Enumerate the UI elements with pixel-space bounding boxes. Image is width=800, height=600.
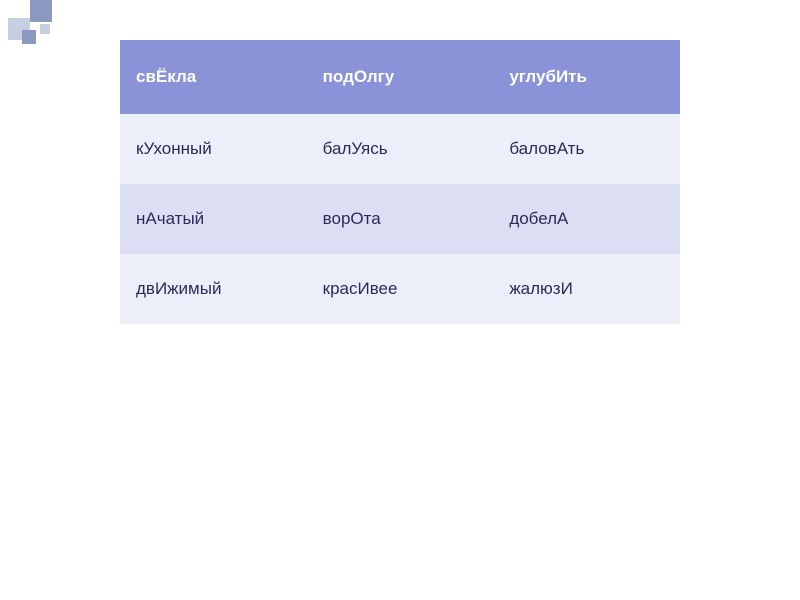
table-row: нАчатый ворОта добелА bbox=[120, 184, 680, 254]
stress-words-table: свЁкла подОлгу углубИть кУхонный балУясь… bbox=[120, 40, 680, 324]
table-cell: двИжимый bbox=[120, 254, 307, 324]
table-row: кУхонный балУясь баловАть bbox=[120, 114, 680, 184]
table-cell: нАчатый bbox=[120, 184, 307, 254]
table-header-row: свЁкла подОлгу углубИть bbox=[120, 40, 680, 114]
corner-decoration bbox=[0, 0, 70, 70]
header-cell: свЁкла bbox=[120, 40, 307, 114]
table-cell: кУхонный bbox=[120, 114, 307, 184]
table-cell: красИвее bbox=[307, 254, 494, 324]
table-cell: добелА bbox=[493, 184, 680, 254]
header-cell: подОлгу bbox=[307, 40, 494, 114]
table-row: двИжимый красИвее жалюзИ bbox=[120, 254, 680, 324]
table-cell: баловАть bbox=[493, 114, 680, 184]
table-cell: жалюзИ bbox=[493, 254, 680, 324]
header-cell: углубИть bbox=[493, 40, 680, 114]
table-cell: балУясь bbox=[307, 114, 494, 184]
table-cell: ворОта bbox=[307, 184, 494, 254]
